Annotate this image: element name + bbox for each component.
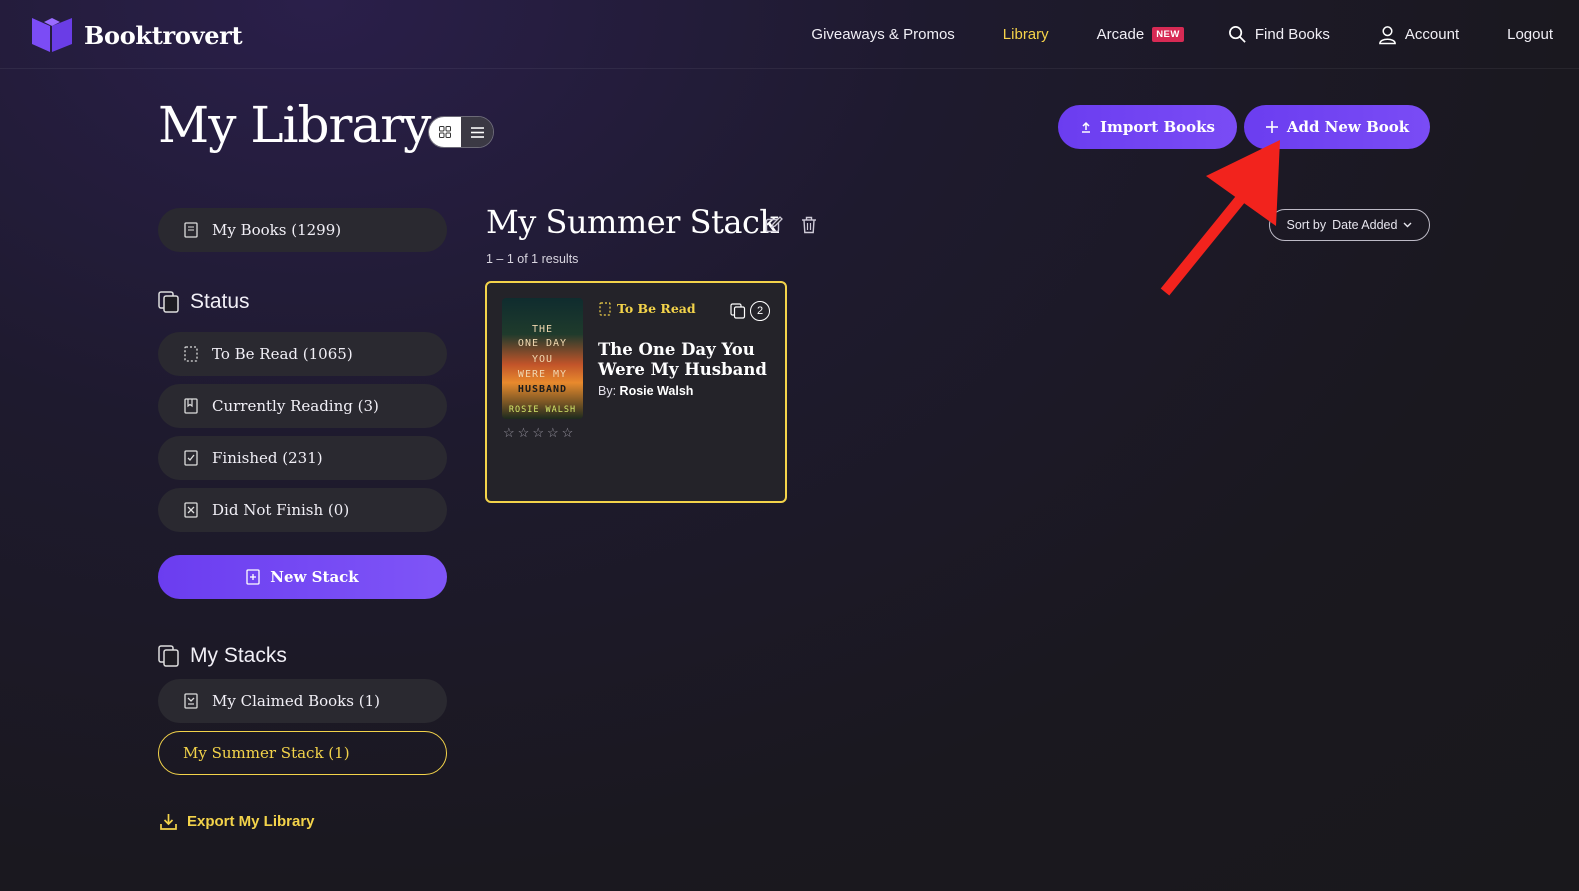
edit-icon[interactable] bbox=[765, 216, 783, 234]
new-stack-button[interactable]: New Stack bbox=[158, 555, 447, 599]
main-nav: Giveaways & Promos Library Arcade NEW Fi… bbox=[811, 0, 1579, 69]
sidebar-item-my-books[interactable]: My Books (1299) bbox=[158, 208, 447, 252]
sidebar-item-label: My Claimed Books (1) bbox=[212, 692, 380, 710]
sidebar-item-to-be-read[interactable]: To Be Read (1065) bbox=[158, 332, 447, 376]
new-badge: NEW bbox=[1152, 27, 1184, 42]
add-book-icon bbox=[246, 569, 260, 585]
add-new-book-label: Add New Book bbox=[1286, 118, 1410, 136]
grid-icon bbox=[439, 126, 451, 138]
trash-icon[interactable] bbox=[801, 216, 817, 234]
book-status[interactable]: To Be Read bbox=[599, 301, 696, 316]
cover-text: ONE DAY bbox=[517, 338, 568, 349]
sidebar-item-label: Finished (231) bbox=[212, 449, 323, 467]
book-stacks[interactable]: 2 bbox=[730, 301, 770, 321]
sidebar-item-label: My Summer Stack (1) bbox=[183, 744, 350, 762]
author-name[interactable]: Rosie Walsh bbox=[620, 384, 694, 398]
nav-label: Find Books bbox=[1254, 26, 1330, 43]
cover-text: HUSBAND bbox=[517, 384, 568, 395]
sort-prefix: Sort by bbox=[1286, 218, 1327, 232]
chevron-down-icon bbox=[1403, 222, 1412, 228]
results-count: 1 – 1 of 1 results bbox=[486, 252, 579, 266]
sidebar-item-label: My Books (1299) bbox=[212, 221, 342, 239]
upload-icon bbox=[1082, 121, 1091, 133]
sidebar-item-finished[interactable]: Finished (231) bbox=[158, 436, 447, 480]
download-icon bbox=[160, 814, 177, 830]
stack-count-badge: 2 bbox=[750, 301, 770, 321]
brand-logo[interactable]: Booktrovert bbox=[30, 16, 243, 54]
book-logo-icon bbox=[32, 18, 72, 52]
annotation-arrow bbox=[1160, 140, 1280, 296]
sort-value: Date Added bbox=[1332, 218, 1398, 232]
list-icon bbox=[470, 126, 484, 138]
nav-giveaways[interactable]: Giveaways & Promos bbox=[811, 26, 954, 43]
stack-actions bbox=[765, 216, 817, 234]
claimed-book-icon bbox=[184, 693, 198, 709]
cover-text: YOU bbox=[531, 354, 554, 365]
brand-name: Booktrovert bbox=[84, 20, 243, 50]
sidebar-item-label: Did Not Finish (0) bbox=[212, 501, 350, 519]
grid-view-button[interactable] bbox=[429, 117, 461, 147]
stack-icon bbox=[158, 645, 179, 667]
nav-find-books[interactable]: Find Books bbox=[1228, 25, 1330, 44]
stacks-heading: My Stacks bbox=[158, 644, 287, 668]
sidebar-item-label: To Be Read (1065) bbox=[212, 345, 353, 363]
author-prefix: By: bbox=[598, 384, 617, 398]
page-title: My Library bbox=[158, 96, 431, 154]
top-navbar: Booktrovert Giveaways & Promos Library A… bbox=[0, 0, 1579, 69]
list-view-button[interactable] bbox=[461, 117, 493, 147]
nav-label: Logout bbox=[1507, 26, 1553, 43]
sort-dropdown[interactable]: Sort by Date Added bbox=[1269, 209, 1430, 241]
dashed-book-icon bbox=[184, 346, 198, 362]
export-label: Export My Library bbox=[187, 813, 315, 830]
stack-icon bbox=[158, 291, 179, 313]
sidebar-item-label: Currently Reading (3) bbox=[212, 397, 379, 415]
status-heading: Status bbox=[158, 290, 250, 314]
stacks-heading-label: My Stacks bbox=[190, 644, 287, 667]
star-icon[interactable]: ☆ bbox=[532, 425, 544, 441]
user-icon bbox=[1379, 25, 1396, 44]
book-cover[interactable]: THE ONE DAY YOU WERE MY HUSBAND ROSIE WA… bbox=[502, 298, 583, 419]
nav-label: Arcade bbox=[1096, 26, 1145, 43]
star-icon[interactable]: ☆ bbox=[503, 425, 515, 441]
nav-label: Giveaways & Promos bbox=[811, 26, 955, 43]
stack-icon bbox=[730, 303, 746, 319]
cover-text: WERE MY bbox=[517, 369, 568, 380]
dashed-book-icon bbox=[599, 301, 611, 316]
nav-label: Library bbox=[1002, 26, 1049, 43]
export-library-link[interactable]: Export My Library bbox=[160, 813, 315, 830]
star-icon[interactable]: ☆ bbox=[518, 425, 530, 441]
status-heading-label: Status bbox=[190, 290, 250, 313]
nav-account[interactable]: Account bbox=[1378, 25, 1459, 45]
book-status-label: To Be Read bbox=[617, 301, 696, 316]
cover-author: ROSIE WALSH bbox=[508, 405, 577, 415]
stack-title: My Summer Stack bbox=[486, 203, 779, 241]
bookmark-book-icon bbox=[184, 398, 198, 414]
check-book-icon bbox=[184, 450, 198, 466]
view-toggle[interactable] bbox=[428, 116, 494, 148]
nav-library[interactable]: Library bbox=[1003, 26, 1049, 43]
sidebar-item-claimed-books[interactable]: My Claimed Books (1) bbox=[158, 679, 447, 723]
book-card[interactable]: THE ONE DAY YOU WERE MY HUSBAND ROSIE WA… bbox=[485, 281, 787, 503]
nav-label: Account bbox=[1404, 26, 1460, 43]
book-title[interactable]: The One Day You Were My Husband bbox=[598, 340, 778, 380]
nav-logout[interactable]: Logout bbox=[1507, 26, 1553, 43]
search-icon bbox=[1228, 26, 1246, 43]
book-icon bbox=[184, 222, 198, 238]
star-rating[interactable]: ☆ ☆ ☆ ☆ ☆ bbox=[503, 425, 573, 441]
sidebar-item-currently-reading[interactable]: Currently Reading (3) bbox=[158, 384, 447, 428]
star-icon[interactable]: ☆ bbox=[562, 425, 574, 441]
x-book-icon bbox=[184, 502, 198, 518]
book-author: By: Rosie Walsh bbox=[598, 384, 693, 398]
new-stack-label: New Stack bbox=[270, 568, 359, 586]
star-icon[interactable]: ☆ bbox=[547, 425, 559, 441]
cover-text: THE bbox=[531, 324, 554, 335]
sidebar-item-did-not-finish[interactable]: Did Not Finish (0) bbox=[158, 488, 447, 532]
sidebar-item-summer-stack[interactable]: My Summer Stack (1) bbox=[158, 731, 447, 775]
nav-arcade[interactable]: Arcade NEW bbox=[1097, 26, 1184, 43]
